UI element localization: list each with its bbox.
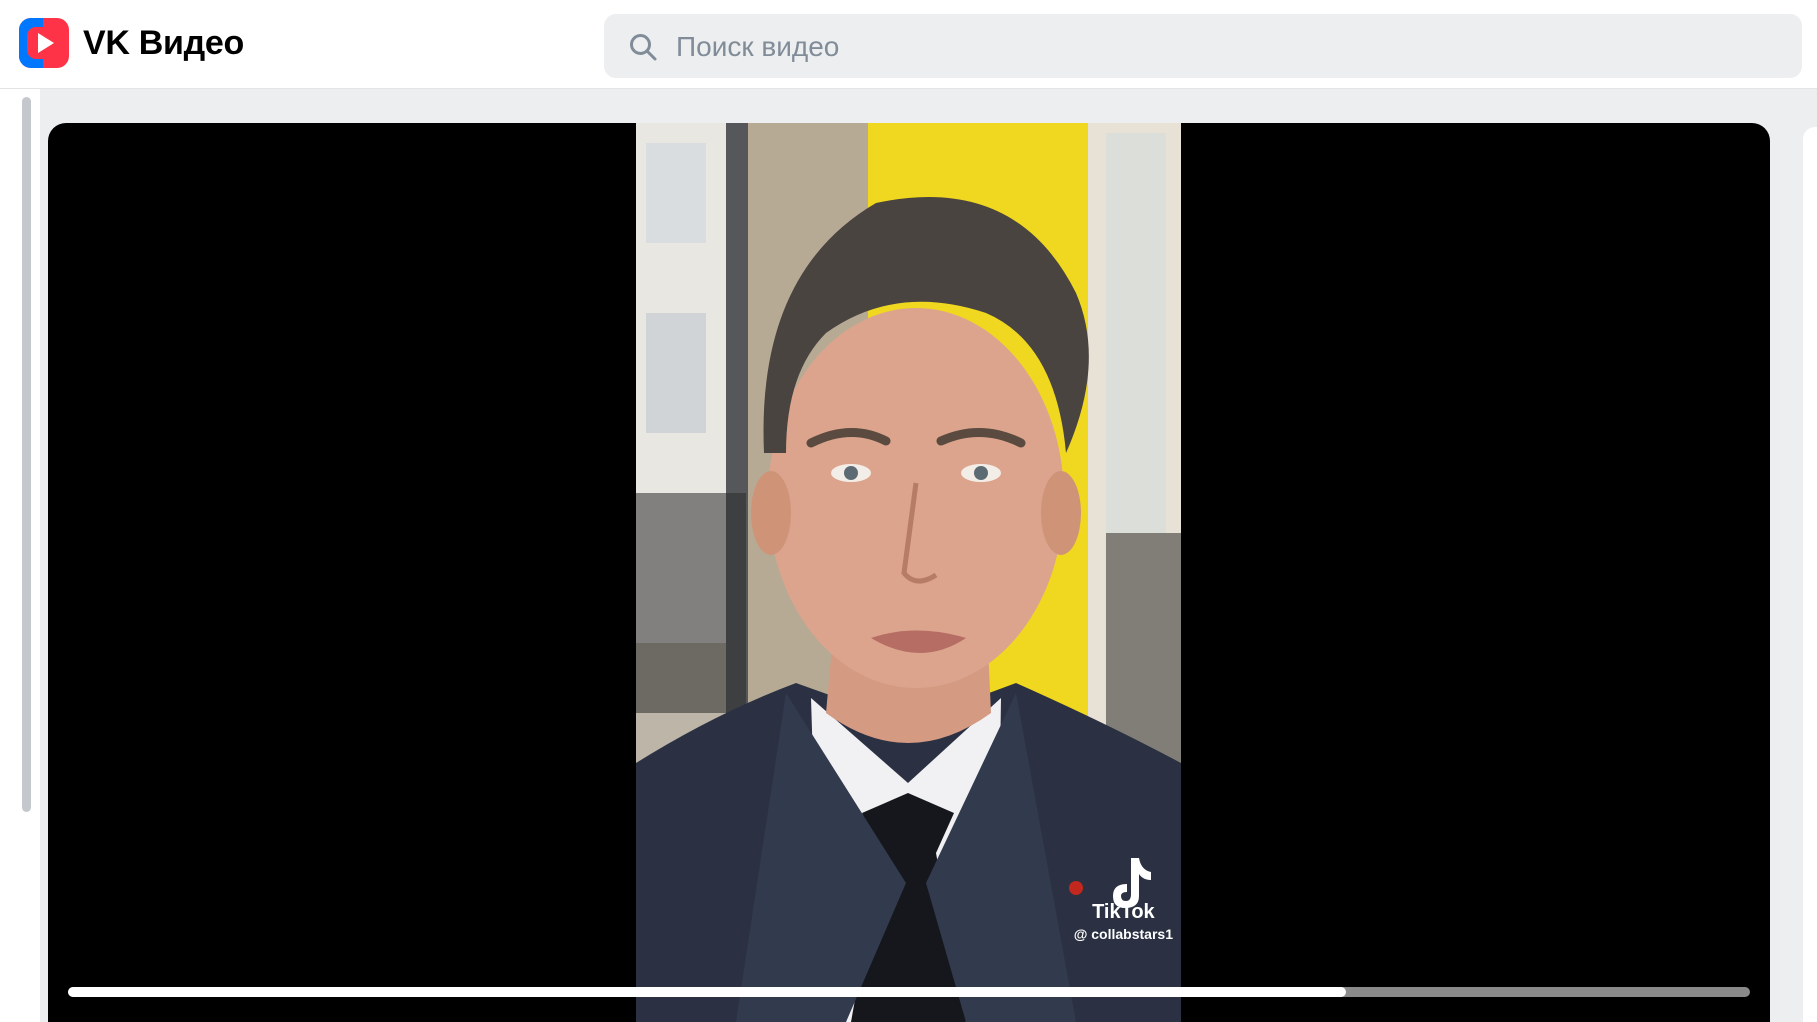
progress-bar[interactable] bbox=[68, 987, 1750, 997]
watermark-handle: @ collabstars1 bbox=[1073, 926, 1173, 942]
vk-video-logo-icon[interactable] bbox=[19, 18, 69, 68]
side-panel-edge bbox=[1803, 127, 1817, 1022]
left-rail bbox=[0, 89, 40, 1022]
tiktok-watermark: TikTok @ collabstars1 bbox=[1074, 901, 1173, 942]
top-header: VK Видео bbox=[0, 0, 1817, 89]
search-input[interactable] bbox=[674, 24, 1778, 70]
watermark-brand: TikTok bbox=[1092, 901, 1155, 923]
video-still-image bbox=[636, 123, 1181, 1022]
search-bar[interactable] bbox=[604, 14, 1802, 78]
video-player[interactable]: TikTok @ collabstars1 bbox=[48, 123, 1770, 1022]
app-title[interactable]: VK Видео bbox=[83, 24, 244, 63]
search-icon bbox=[630, 34, 657, 61]
progress-fill bbox=[68, 987, 1347, 997]
scrollbar-thumb[interactable] bbox=[22, 97, 31, 812]
video-frame[interactable]: TikTok @ collabstars1 bbox=[636, 123, 1181, 1022]
